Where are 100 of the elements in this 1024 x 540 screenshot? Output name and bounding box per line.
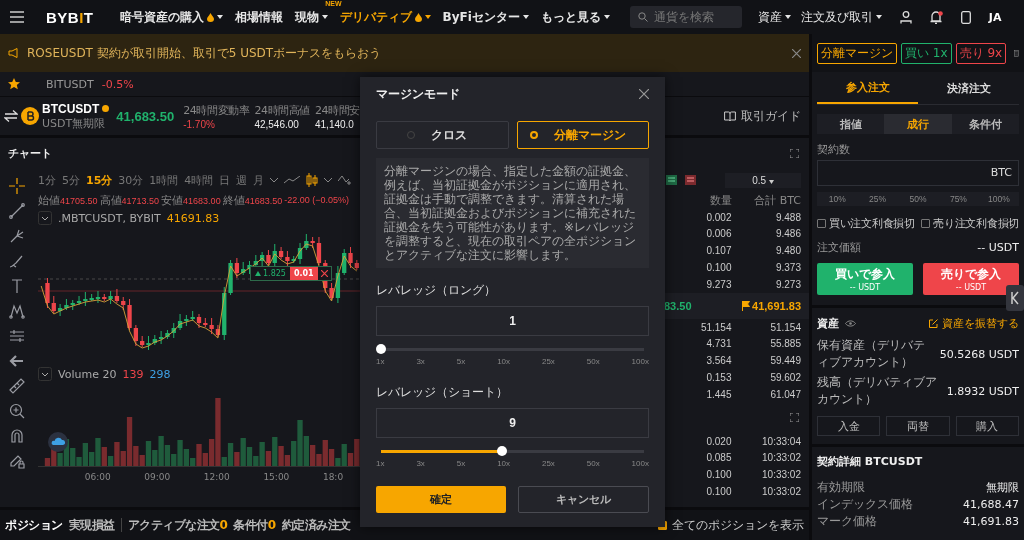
percent-button[interactable]: 50% [897,192,939,206]
slider-handle[interactable] [496,446,507,456]
position-order-tag[interactable]: 1.825 0.01 [250,266,332,281]
eye-icon[interactable] [845,320,856,327]
order-type-tab[interactable]: 成行 [884,114,952,134]
fork-tool-icon[interactable] [9,228,25,244]
symbol-name[interactable]: BTCUSDT [42,101,100,116]
interval-tab[interactable]: 4時間 [184,172,214,188]
interval-tab[interactable]: 1分 [38,172,56,188]
search-field[interactable]: 通貨を検索 [629,6,742,28]
asset-action-button[interactable]: 両替 [886,416,950,436]
margin-mode-option[interactable]: クロス [376,121,509,149]
crosshair-tool-icon[interactable] [9,178,25,194]
nav-menu-item[interactable]: 注文及び取引 [800,8,882,26]
arrow-tool-icon[interactable] [9,353,25,369]
interval-tab[interactable]: 5分 [62,172,80,188]
interval-tab[interactable]: 月 [253,172,265,188]
checkbox-label[interactable]: 買い注文利食損切 [829,216,915,231]
collapse-panel-icon[interactable] [1006,285,1024,311]
user-icon[interactable] [899,10,912,24]
bids-view-icon[interactable] [666,175,677,185]
table-cell-text: 10:33:02 [761,469,801,481]
menu-icon[interactable] [10,11,24,23]
chevron-down-icon[interactable] [38,211,52,225]
bottom-tab[interactable]: 約定済み注文 [281,516,351,534]
measure-tool-icon[interactable] [9,328,25,344]
nav-menu-item[interactable]: 相場情報 [234,8,283,26]
checkbox-label[interactable]: 売り注文利食損切 [933,216,1019,231]
pattern-tool-icon[interactable] [9,303,25,319]
series-value: 41691.83 [166,211,220,225]
interval-tab[interactable]: 15分 [86,172,113,188]
trend-line-tool-icon[interactable] [9,203,25,219]
trading-guide-link[interactable]: 取引ガイド [724,107,801,125]
quantity-input[interactable] [817,160,1019,186]
slider-handle[interactable] [376,344,386,354]
announcement-text[interactable]: ROSEUSDT 契約が取引開始、取引で5 USDTボーナスをもらおう [27,44,784,62]
bottom-tab[interactable]: 実現損益 [68,516,115,534]
bell-icon[interactable] [929,10,943,24]
expand-icon[interactable] [790,148,799,158]
logo[interactable]: BYBIT [46,8,94,26]
lock-tool-icon[interactable] [9,453,25,469]
sell-button[interactable]: 売りで参入 -- USDT [923,263,1019,295]
percent-button[interactable]: 75% [938,192,979,206]
margin-tag[interactable]: 買い 1x [901,42,952,64]
asset-action-button[interactable]: 購入 [955,416,1019,436]
interval-tab[interactable]: 週 [236,172,248,188]
indicator-icon[interactable] [338,175,353,185]
close-icon[interactable] [639,89,649,99]
language-selector[interactable]: JA [988,10,1002,24]
margin-tag[interactable]: 売り 9x [955,42,1007,64]
bottom-tab[interactable]: アクティブな注文0 [127,516,228,534]
percent-button[interactable]: 100% [978,192,1020,206]
candlestick-icon[interactable] [306,173,319,187]
chevron-down-icon[interactable] [270,177,279,183]
order-type-tab[interactable]: 条件付 [951,114,1019,134]
asset-action-button[interactable]: 入金 [817,416,881,436]
ruler-tool-icon[interactable] [9,378,25,394]
expand-icon[interactable] [790,413,799,423]
info-icon[interactable] [102,104,110,113]
zoom-tool-icon[interactable] [9,403,25,419]
margin-mode-option[interactable]: 分離マージン [516,121,649,149]
chevron-down-icon[interactable] [38,367,52,381]
cancel-button[interactable]: キャンセル [517,486,649,513]
ticker-symbol[interactable]: BITUSDT [46,77,94,91]
interval-tab[interactable]: 日 [219,172,231,188]
chart-title: チャート [8,145,52,161]
nav-menu-item[interactable]: デリバティブ [339,8,431,26]
interval-tab[interactable]: 30分 [118,172,144,188]
transfer-assets-link[interactable]: 資産を振替する [929,316,1019,331]
text-tool-icon[interactable] [9,278,25,294]
close-icon[interactable] [320,270,328,277]
order-tab[interactable]: 決済注文 [918,72,1019,104]
nav-menu-item[interactable]: 資産 [757,8,791,26]
percent-button[interactable]: 10% [817,192,858,206]
swap-icon[interactable] [4,110,18,122]
magnet-tool-icon[interactable] [9,428,25,444]
nav-menu-item[interactable]: 暗号資産の購入 [119,8,223,26]
bottom-tab[interactable]: ポジション [5,516,63,534]
star-icon[interactable] [8,78,20,90]
leverage-input[interactable]: 9 [376,408,649,438]
phone-icon[interactable] [960,10,971,24]
nav-menu-item[interactable]: もっと見る [540,8,610,26]
leverage-input[interactable]: 1 [376,306,649,336]
order-type-tab[interactable]: 指値 [817,114,885,134]
confirm-button[interactable]: 確定 [376,486,506,513]
price-step-dropdown[interactable]: 0.5 [725,172,801,188]
interval-tab[interactable]: 1時間 [149,172,179,188]
nav-menu-item[interactable]: ByFiセンター [442,8,529,26]
checkbox[interactable] [817,219,826,228]
chevron-down-icon[interactable] [324,177,333,183]
brush-tool-icon[interactable] [9,253,25,269]
margin-tag[interactable]: 分離マージン [817,42,897,64]
percent-button[interactable]: 25% [857,192,898,206]
order-tab[interactable]: 参入注文 [817,72,918,104]
close-icon[interactable] [792,48,801,58]
checkbox[interactable] [921,219,931,228]
bottom-tab[interactable]: 条件付0 [233,516,276,534]
cloud-icon[interactable] [48,432,68,452]
checkbox-label[interactable]: 全てのポジションを表示 [672,516,804,534]
line-chart-icon[interactable] [284,176,301,184]
